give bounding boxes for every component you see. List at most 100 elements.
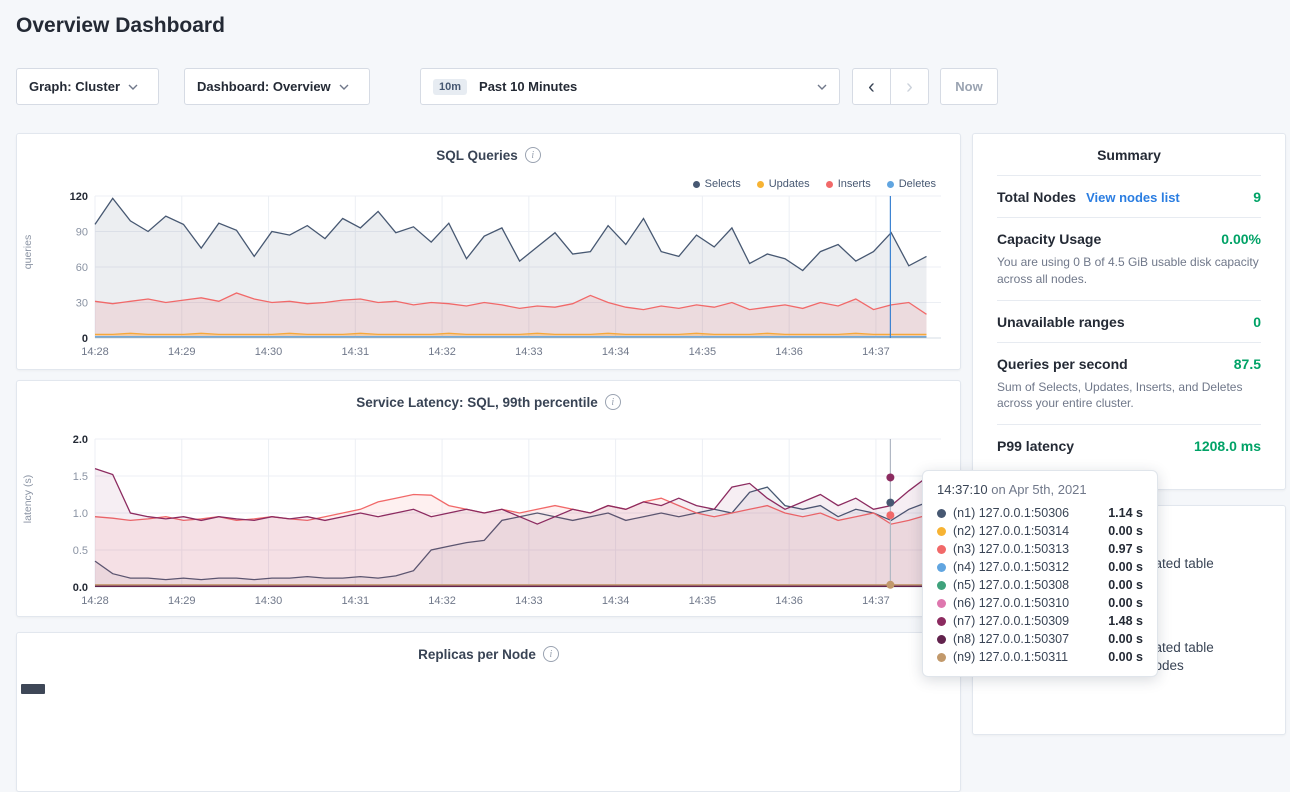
time-range-badge: 10m bbox=[433, 79, 467, 95]
tooltip-row: (n1) 127.0.0.1:50306 1.14 s bbox=[937, 504, 1143, 522]
node-color-dot bbox=[937, 545, 946, 554]
y-axis-label: queries bbox=[15, 134, 41, 369]
chevron-left-icon: ‹ bbox=[868, 77, 875, 97]
page-title: Overview Dashboard bbox=[16, 14, 225, 38]
svg-text:14:28: 14:28 bbox=[81, 595, 109, 607]
svg-text:14:30: 14:30 bbox=[255, 595, 283, 607]
legend-item-deletes[interactable]: Deletes bbox=[887, 178, 936, 190]
svg-text:14:36: 14:36 bbox=[775, 595, 803, 607]
view-nodes-list-link[interactable]: View nodes list bbox=[1086, 190, 1180, 205]
node-latency-value: 0.00 s bbox=[1108, 578, 1143, 592]
p99-latency-label: P99 latency bbox=[997, 438, 1074, 454]
svg-text:120: 120 bbox=[70, 191, 88, 203]
capacity-usage-description: You are using 0 B of 4.5 GiB usable disk… bbox=[997, 254, 1261, 288]
total-nodes-label: Total Nodes bbox=[997, 189, 1076, 205]
chart-title-text: SQL Queries bbox=[436, 148, 518, 163]
node-latency-value: 0.97 s bbox=[1108, 542, 1143, 556]
svg-text:90: 90 bbox=[76, 227, 88, 239]
node-color-dot bbox=[937, 617, 946, 626]
time-range-label: Past 10 Minutes bbox=[479, 79, 577, 94]
node-address: (n1) 127.0.0.1:50306 bbox=[953, 506, 1069, 520]
info-icon[interactable]: i bbox=[525, 147, 541, 163]
tooltip-row: (n3) 127.0.0.1:503130.97 s bbox=[937, 540, 1143, 558]
legend-item-selects[interactable]: Selects bbox=[693, 178, 741, 190]
node-color-dot bbox=[937, 509, 946, 518]
service-latency-title: Service Latency: SQL, 99th percentile i bbox=[17, 394, 960, 410]
clipped-chart-content bbox=[21, 684, 45, 694]
info-icon[interactable]: i bbox=[543, 646, 559, 662]
capacity-usage-label: Capacity Usage bbox=[997, 231, 1101, 247]
node-address: (n7) 127.0.0.1:50309 bbox=[953, 614, 1069, 628]
legend-dot bbox=[887, 181, 894, 188]
svg-text:14:33: 14:33 bbox=[515, 346, 543, 358]
node-latency-value: 1.14 s bbox=[1108, 506, 1143, 520]
svg-text:2.0: 2.0 bbox=[73, 434, 88, 446]
node-latency-value: 0.00 s bbox=[1108, 632, 1143, 646]
node-latency-value: 0.00 s bbox=[1108, 524, 1143, 538]
graph-dropdown[interactable]: Graph: Cluster bbox=[16, 68, 159, 105]
capacity-usage-value: 0.00% bbox=[1221, 231, 1261, 247]
legend-dot bbox=[826, 181, 833, 188]
node-address: (n5) 127.0.0.1:50308 bbox=[953, 578, 1069, 592]
tooltip-date: on Apr 5th, 2021 bbox=[988, 482, 1087, 497]
chevron-down-icon bbox=[817, 84, 827, 90]
p99-latency-value: 1208.0 ms bbox=[1194, 438, 1261, 454]
svg-text:14:31: 14:31 bbox=[342, 595, 370, 607]
svg-text:0.0: 0.0 bbox=[73, 582, 88, 594]
svg-text:14:33: 14:33 bbox=[515, 595, 543, 607]
svg-text:14:36: 14:36 bbox=[775, 346, 803, 358]
node-address: (n9) 127.0.0.1:50311 bbox=[953, 650, 1068, 664]
service-latency-chart[interactable]: 0.0 0.5 1.0 1.5 2.0 14:28 14:29 14:30 14:31 14:32… bbox=[51, 433, 951, 611]
sql-queries-chart[interactable]: 030609012014:2814:2914:3014:3114:3214:33… bbox=[51, 190, 951, 362]
now-button[interactable]: Now bbox=[940, 68, 998, 105]
svg-text:14:32: 14:32 bbox=[428, 595, 456, 607]
node-color-dot bbox=[937, 653, 946, 662]
sql-queries-title: SQL Queries i bbox=[17, 147, 960, 163]
tooltip-row: (n5) 127.0.0.1:50308 0.00 s bbox=[937, 576, 1143, 594]
dashboard-dropdown[interactable]: Dashboard: Overview bbox=[184, 68, 370, 105]
svg-text:14:31: 14:31 bbox=[342, 346, 370, 358]
node-color-dot bbox=[937, 635, 946, 644]
legend-item-inserts[interactable]: Inserts bbox=[826, 178, 871, 190]
time-next-button[interactable]: › bbox=[890, 68, 929, 105]
svg-text:14:28: 14:28 bbox=[81, 346, 109, 358]
svg-text:14:35: 14:35 bbox=[689, 595, 717, 607]
time-range-dropdown[interactable]: 10m Past 10 Minutes bbox=[420, 68, 840, 105]
unavailable-ranges-label: Unavailable ranges bbox=[997, 314, 1125, 330]
y-axis-label: latency (s) bbox=[15, 381, 41, 616]
tooltip-time: 14:37:10 bbox=[937, 482, 988, 497]
node-address: (n8) 127.0.0.1:50307 bbox=[953, 632, 1069, 646]
tooltip-row: (n2) 127.0.0.1:503140.00 s bbox=[937, 522, 1143, 540]
legend-dot bbox=[693, 181, 700, 188]
svg-text:14:29: 14:29 bbox=[168, 595, 196, 607]
now-button-label: Now bbox=[955, 79, 982, 94]
node-latency-value: 0.00 s bbox=[1108, 596, 1143, 610]
svg-text:1.5: 1.5 bbox=[73, 471, 88, 483]
chart-title-text: Service Latency: SQL, 99th percentile bbox=[356, 395, 598, 410]
tooltip-timestamp: 14:37:10 on Apr 5th, 2021 bbox=[937, 482, 1143, 497]
svg-text:30: 30 bbox=[76, 298, 88, 310]
node-latency-value: 0.00 s bbox=[1108, 560, 1143, 574]
info-icon[interactable]: i bbox=[605, 394, 621, 410]
tooltip-row: (n8) 127.0.0.1:50307 0.00 s bbox=[937, 630, 1143, 648]
svg-text:14:37: 14:37 bbox=[862, 346, 890, 358]
legend-item-updates[interactable]: Updates bbox=[757, 178, 810, 190]
qps-description: Sum of Selects, Updates, Inserts, and De… bbox=[997, 379, 1261, 413]
tooltip-row: (n6) 127.0.0.1:503100.00 s bbox=[937, 594, 1143, 612]
legend-label: Inserts bbox=[838, 178, 871, 190]
svg-text:14:32: 14:32 bbox=[428, 346, 456, 358]
replicas-per-node-card: Replicas per Node i bbox=[16, 632, 961, 792]
legend-label: Selects bbox=[705, 178, 741, 190]
unavailable-ranges-value: 0 bbox=[1253, 314, 1261, 330]
summary-row-total-nodes: Total Nodes View nodes list 9 bbox=[997, 176, 1261, 218]
svg-text:14:29: 14:29 bbox=[168, 346, 196, 358]
svg-text:0.5: 0.5 bbox=[73, 545, 88, 557]
sql-legend: Selects Updates Inserts Deletes bbox=[693, 178, 936, 190]
svg-text:14:30: 14:30 bbox=[255, 346, 283, 358]
chevron-down-icon bbox=[128, 84, 138, 90]
node-color-dot bbox=[937, 599, 946, 608]
service-latency-card: Service Latency: SQL, 99th percentile i … bbox=[16, 380, 961, 617]
svg-text:1.0: 1.0 bbox=[73, 508, 88, 520]
time-prev-button[interactable]: ‹ bbox=[852, 68, 891, 105]
tooltip-row: (n9) 127.0.0.1:503110.00 s bbox=[937, 648, 1143, 666]
